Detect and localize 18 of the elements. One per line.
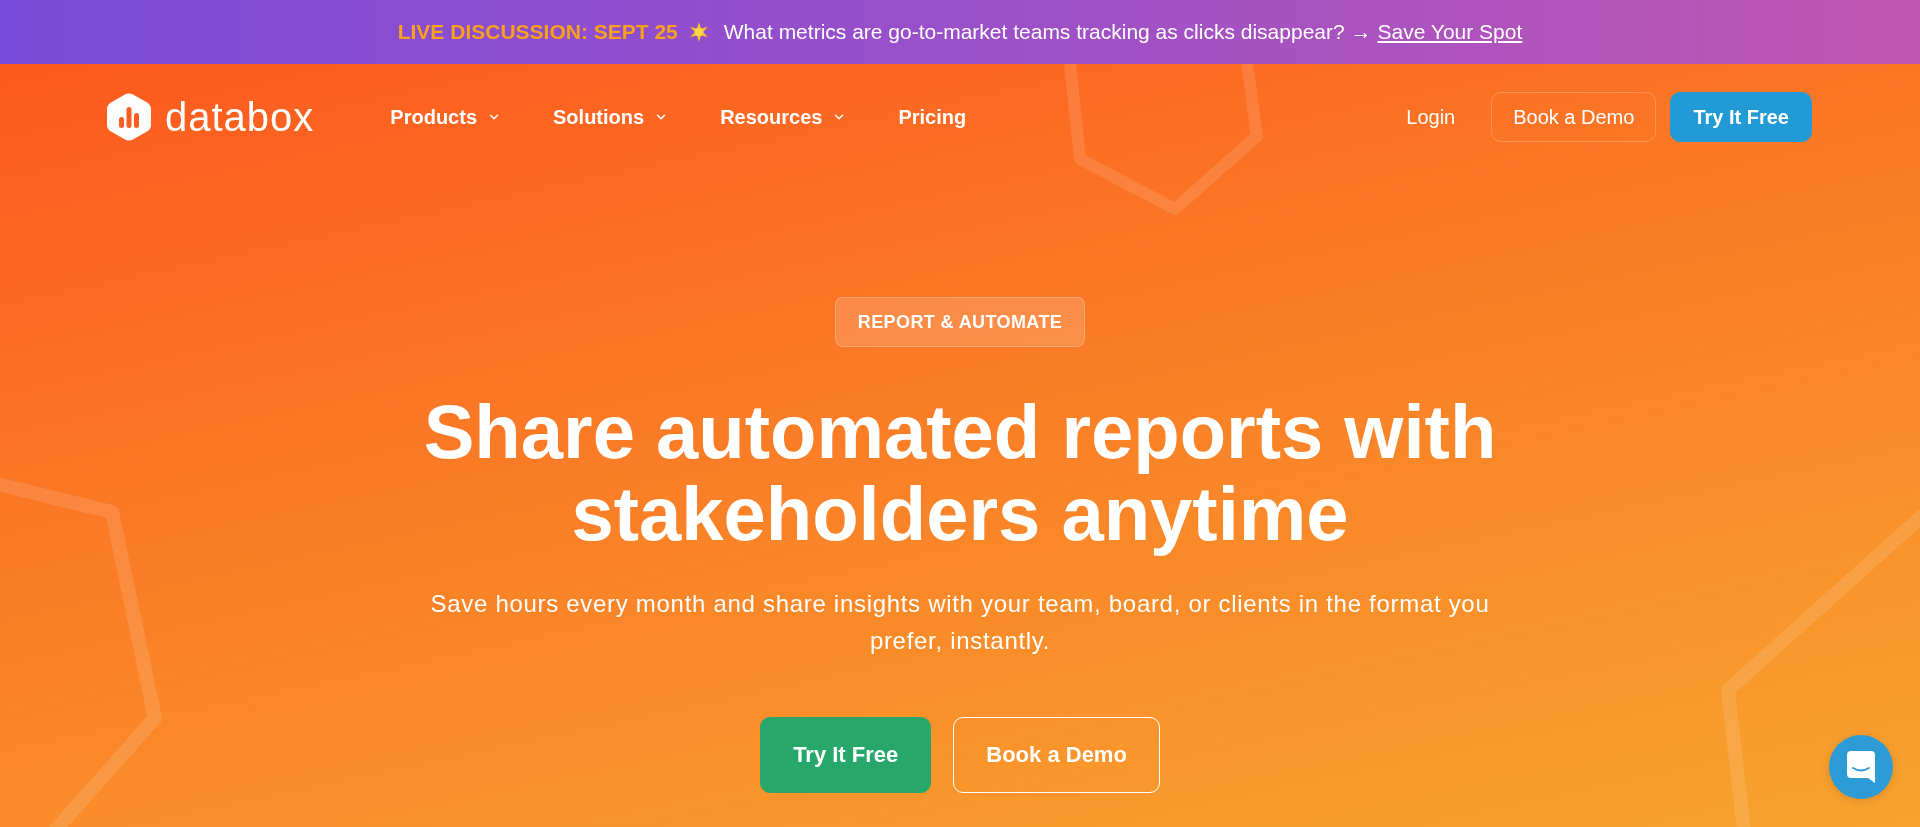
book-demo-button[interactable]: Book a Demo (1491, 92, 1657, 142)
try-free-button[interactable]: Try It Free (760, 717, 932, 793)
nav-link[interactable]: Pricing (898, 105, 967, 129)
announcement-message: What metrics are go-to-market teams tracking as clicks disappear? → (723, 20, 1372, 44)
login-link[interactable]: Login (1406, 105, 1456, 129)
logo-wordmark[interactable]: databox (165, 97, 315, 137)
nav-link[interactable]: Products (390, 105, 502, 129)
nav-link[interactable]: Resources (720, 105, 847, 129)
category-badge: REPORT & AUTOMATE (834, 297, 1086, 347)
hero-subtitle: Save hours every month and share insights with your team, board, or clients in the format you prefer, instantly. (429, 589, 1491, 656)
chat-bubble-icon (1847, 751, 1875, 783)
book-demo-button[interactable]: Book a Demo (953, 717, 1160, 793)
hero-title: Share automated reports with stakeholders anytime (422, 391, 1498, 555)
logo-icon (107, 93, 151, 141)
announcement-label: LIVE DISCUSSION: SEPT 25 (397, 20, 678, 44)
announcement-link[interactable]: Save Your Spot (1377, 20, 1523, 44)
try-free-button[interactable]: Try It Free (1670, 92, 1812, 142)
nav-link[interactable]: Solutions (553, 105, 669, 129)
